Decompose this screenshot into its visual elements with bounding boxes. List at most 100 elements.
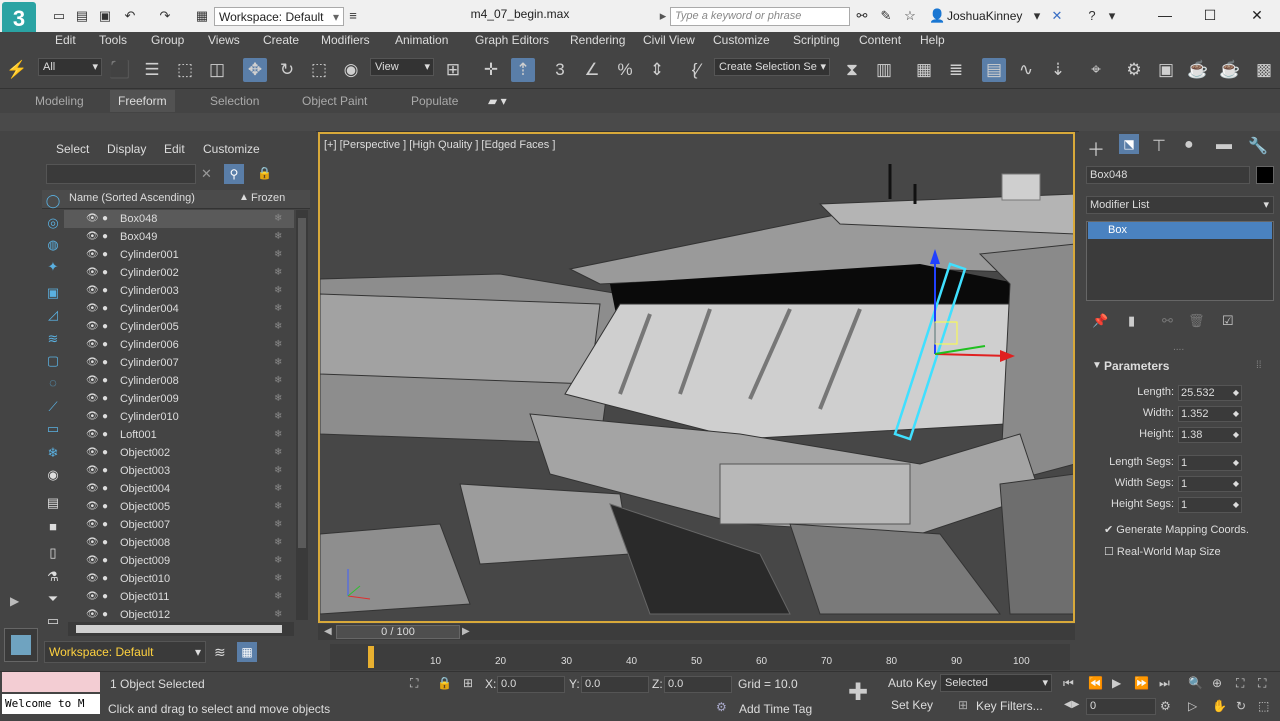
menu-graph-editors[interactable]: Graph Editors — [475, 33, 549, 47]
render-dot-icon[interactable]: ● — [102, 516, 108, 534]
display-lights-icon[interactable]: ✦ — [44, 258, 62, 276]
render-dot-icon[interactable]: ● — [102, 552, 108, 570]
col-name-header[interactable]: Name (Sorted Ascending) — [69, 192, 195, 204]
display-helpers-icon[interactable]: ◿ — [44, 306, 62, 324]
keyboard-shortcut-override-icon[interactable]: ⇡ — [511, 58, 535, 82]
visibility-eye-icon[interactable]: 👁 — [86, 264, 99, 282]
list-item[interactable]: 👁 ● Object008 ❄ — [64, 534, 294, 552]
pan-icon[interactable]: ✋ — [1212, 699, 1227, 713]
help-menu-icon[interactable]: ▾ — [1105, 9, 1119, 22]
visibility-eye-icon[interactable]: 👁 — [86, 480, 99, 498]
align-icon[interactable]: ▥ — [872, 58, 896, 82]
schematic-view-icon[interactable]: ⇣ — [1046, 58, 1070, 82]
undo-icon[interactable]: ↶ — [123, 9, 137, 22]
render-online-icon[interactable]: ▩ — [1252, 58, 1276, 82]
next-frame-icon[interactable]: ⏩ — [1134, 676, 1149, 690]
x-coord-input[interactable]: 0.0 — [497, 676, 565, 693]
render-dot-icon[interactable]: ● — [102, 372, 108, 390]
display-influences-icon[interactable]: ■ — [44, 518, 62, 536]
length-segs-input[interactable]: 1 ◆ — [1178, 455, 1242, 471]
display-spacewarps-icon[interactable]: ≋ — [44, 330, 62, 348]
visibility-eye-icon[interactable]: 👁 — [86, 462, 99, 480]
freeze-icon[interactable]: ❄ — [274, 318, 282, 336]
real-world-map-checkbox[interactable]: ☐ Real-World Map Size — [1104, 545, 1221, 558]
exchange-apps-icon[interactable]: ✕ — [1050, 9, 1064, 22]
render-dot-icon[interactable]: ● — [102, 210, 108, 228]
time-tag-icon[interactable]: ⚙ — [716, 700, 727, 714]
render-icon[interactable]: ☕ — [1186, 58, 1210, 82]
visibility-eye-icon[interactable]: 👁 — [86, 426, 99, 444]
list-item[interactable]: 👁 ● Loft001 ❄ — [64, 426, 294, 444]
menu-modifiers[interactable]: Modifiers — [321, 33, 370, 47]
se-menu-select[interactable]: Select — [56, 142, 89, 156]
maximize-viewport-icon[interactable]: ⬚ — [1258, 699, 1269, 713]
display-all-icon[interactable]: ◯ — [44, 192, 62, 210]
render-dot-icon[interactable]: ● — [102, 246, 108, 264]
window-crossing-icon[interactable]: ◫ — [205, 58, 229, 82]
redo-icon[interactable]: ↷ — [158, 9, 172, 22]
orbit-icon[interactable]: ↻ — [1236, 699, 1246, 713]
user-menu-icon[interactable]: ▾ — [1030, 9, 1044, 22]
selection-set-dropdown[interactable]: Create Selection Se ▾ — [714, 58, 830, 76]
menu-scripting[interactable]: Scripting — [793, 33, 840, 47]
render-dot-icon[interactable]: ● — [102, 390, 108, 408]
visibility-eye-icon[interactable]: 👁 — [86, 318, 99, 336]
freeze-icon[interactable]: ❄ — [274, 300, 282, 318]
list-item[interactable]: 👁 ● Cylinder002 ❄ — [64, 264, 294, 282]
render-dot-icon[interactable]: ● — [102, 462, 108, 480]
zoom-extents-icon[interactable]: ⛶ — [1236, 676, 1244, 691]
remove-modifier-icon[interactable]: 🗑 — [1188, 313, 1205, 329]
communication-center-icon[interactable]: ✎ — [879, 9, 893, 22]
key-mode-toggle-icon[interactable]: ◀▶ — [1064, 699, 1079, 710]
layer-icon[interactable]: ▭ — [44, 612, 62, 630]
link-icon[interactable]: ⚡ — [5, 58, 29, 82]
material-editor-icon[interactable]: ⌖ — [1084, 58, 1108, 82]
freeze-icon[interactable]: ❄ — [274, 282, 282, 300]
freeze-icon[interactable]: ❄ — [274, 408, 282, 426]
zoom-all-icon[interactable]: ⊕ — [1212, 676, 1222, 690]
menu-views[interactable]: Views — [208, 33, 240, 47]
visibility-eye-icon[interactable]: 👁 — [86, 588, 99, 606]
user-name[interactable]: JoshuaKinney — [947, 9, 1022, 23]
absolute-mode-icon[interactable]: ⊞ — [463, 676, 473, 690]
tab-modeling[interactable]: Modeling — [35, 94, 84, 108]
render-setup-icon[interactable]: ⚙ — [1122, 58, 1146, 82]
isolate-selection-icon[interactable]: ⛶ — [410, 676, 418, 691]
prev-frame-arrow-icon[interactable]: ◀ — [324, 626, 332, 637]
list-item[interactable]: 👁 ● Object009 ❄ — [64, 552, 294, 570]
sort-icon[interactable]: ⚗ — [44, 568, 62, 586]
se-vertical-scrollbar[interactable] — [296, 210, 308, 620]
maxscript-listener-top[interactable] — [2, 672, 100, 692]
width-segs-input[interactable]: 1 ◆ — [1178, 476, 1242, 492]
display-tab-icon[interactable]: ▬ — [1216, 136, 1232, 154]
render-dot-icon[interactable]: ● — [102, 498, 108, 516]
modifier-stack-item[interactable]: Box — [1088, 222, 1272, 239]
funnel-icon[interactable]: ⏷ — [44, 590, 62, 608]
visibility-eye-icon[interactable]: 👁 — [86, 516, 99, 534]
height-segs-input[interactable]: 1 ◆ — [1178, 497, 1242, 513]
open-file-icon[interactable]: ▤ — [75, 9, 89, 22]
freeze-icon[interactable]: ❄ — [274, 462, 282, 480]
rollout-collapse-icon[interactable]: ▼ — [1092, 360, 1102, 371]
motion-tab-icon[interactable]: ● — [1184, 136, 1194, 154]
zoom-icon[interactable]: 🔍 — [1188, 676, 1203, 690]
render-dot-icon[interactable]: ● — [102, 354, 108, 372]
go-to-end-icon[interactable]: ⏭ — [1159, 676, 1170, 691]
parameters-rollout-title[interactable]: Parameters — [1104, 359, 1169, 373]
list-item[interactable]: 👁 ● Object011 ❄ — [64, 588, 294, 606]
filter-icon[interactable]: ⚲ — [224, 164, 244, 184]
freeze-icon[interactable]: ❄ — [274, 264, 282, 282]
freeze-icon[interactable]: ❄ — [274, 552, 282, 570]
utilities-tab-icon[interactable]: 🔧 — [1248, 136, 1268, 156]
auto-key-button[interactable]: Auto Key — [888, 674, 937, 692]
list-item[interactable]: 👁 ● Object007 ❄ — [64, 516, 294, 534]
maxscript-listener[interactable]: Welcome to M — [2, 694, 100, 714]
se-menu-display[interactable]: Display — [107, 142, 146, 156]
viewport-layout-tab[interactable] — [4, 628, 38, 662]
workspace-menu-icon[interactable]: ≡ — [346, 9, 360, 22]
ribbon-options-icon[interactable]: ▰ ▾ — [488, 94, 507, 108]
list-item[interactable]: 👁 ● Cylinder004 ❄ — [64, 300, 294, 318]
select-manipulate-icon[interactable]: ✛ — [479, 58, 503, 82]
show-end-result-icon[interactable]: ▮ — [1128, 313, 1135, 329]
zoom-extents-all-icon[interactable]: ⛶ — [1258, 676, 1266, 691]
